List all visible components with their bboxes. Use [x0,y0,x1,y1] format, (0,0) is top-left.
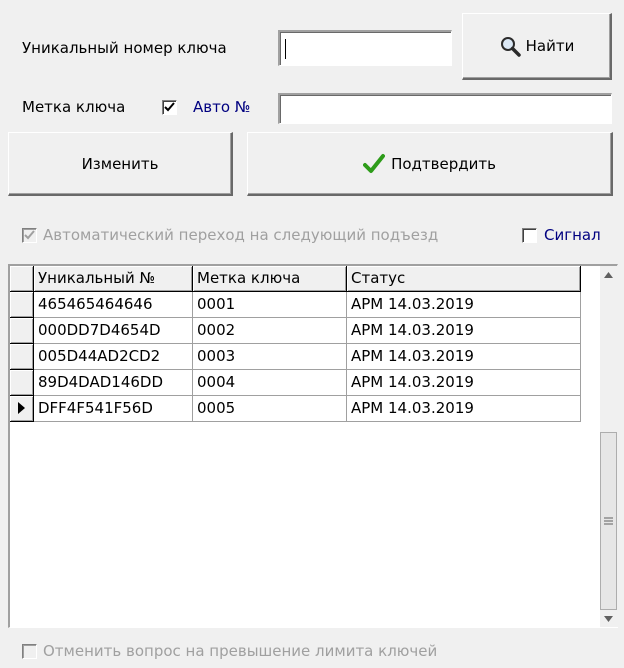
arrow-up-icon [604,271,613,278]
scroll-up-button[interactable] [600,266,617,283]
magnifier-icon [499,35,521,57]
find-button-label: Найти [525,37,575,55]
row-pointer-icon [18,402,25,414]
cell-unique[interactable]: 000DD7D4654D [34,318,193,344]
unique-key-input[interactable] [278,30,452,66]
find-button[interactable]: Найти [462,13,612,80]
cell-tag[interactable]: 0004 [193,370,347,396]
arrow-down-icon [604,615,613,622]
grip-icon [604,517,613,525]
table-row[interactable]: 005D44AD2CD2 0003 АРМ 14.03.2019 [10,344,581,370]
key-tag-label: Метка ключа [22,98,126,116]
column-header-tag[interactable]: Метка ключа [193,266,347,292]
keys-table[interactable]: Уникальный № Метка ключа Статус 46546546… [8,264,618,628]
table-row-current[interactable]: DFF4F541F56D 0005 АРМ 14.03.2019 [10,396,581,422]
row-indicator [10,396,34,422]
signal-checkbox[interactable] [522,228,537,243]
cell-status[interactable]: АРМ 14.03.2019 [347,396,581,422]
confirm-button-label: Подтвердить [391,154,496,173]
change-button[interactable]: Изменить [8,132,233,196]
row-indicator [10,292,34,318]
cell-status[interactable]: АРМ 14.03.2019 [347,318,581,344]
table-row[interactable]: 000DD7D4654D 0002 АРМ 14.03.2019 [10,318,581,344]
cell-status[interactable]: АРМ 14.03.2019 [347,344,581,370]
change-button-label: Изменить [81,154,159,173]
column-header-unique[interactable]: Уникальный № [34,266,193,292]
cell-unique[interactable]: 465465464646 [34,292,193,318]
cell-unique[interactable]: DFF4F541F56D [34,396,193,422]
scroll-thumb[interactable] [600,432,617,610]
cell-tag[interactable]: 0001 [193,292,347,318]
signal-label[interactable]: Сигнал [544,225,601,245]
confirm-button[interactable]: Подтвердить [247,132,613,196]
cell-status[interactable]: АРМ 14.03.2019 [347,370,581,396]
auto-number-label[interactable]: Авто № [193,97,250,117]
unique-key-label: Уникальный номер ключа [22,39,227,57]
checkmark-glyph-icon [164,102,175,112]
checkmark-icon [363,153,386,175]
auto-next-label: Автоматический переход на следующий подъ… [43,226,439,244]
cell-tag[interactable]: 0003 [193,344,347,370]
checkmark-glyph-icon [24,230,35,240]
cell-unique[interactable]: 89D4DAD146DD [34,370,193,396]
row-indicator [10,370,34,396]
header-indicator [10,266,34,292]
text-caret [285,39,286,59]
vertical-scrollbar[interactable] [600,266,618,627]
cell-tag[interactable]: 0002 [193,318,347,344]
cancel-limit-label: Отменить вопрос на превышение лимита клю… [43,642,438,660]
cell-unique[interactable]: 005D44AD2CD2 [34,344,193,370]
cell-tag[interactable]: 0005 [193,396,347,422]
cell-status[interactable]: АРМ 14.03.2019 [347,292,581,318]
cancel-limit-checkbox [22,644,37,659]
row-indicator [10,344,34,370]
auto-number-checkbox[interactable] [162,100,177,115]
auto-next-checkbox [22,228,37,243]
table-row[interactable]: 89D4DAD146DD 0004 АРМ 14.03.2019 [10,370,581,396]
row-indicator [10,318,34,344]
column-header-status[interactable]: Статус [347,266,581,292]
key-tag-input[interactable] [278,93,612,124]
scroll-down-button[interactable] [600,610,617,627]
table-row[interactable]: 465465464646 0001 АРМ 14.03.2019 [10,292,581,318]
